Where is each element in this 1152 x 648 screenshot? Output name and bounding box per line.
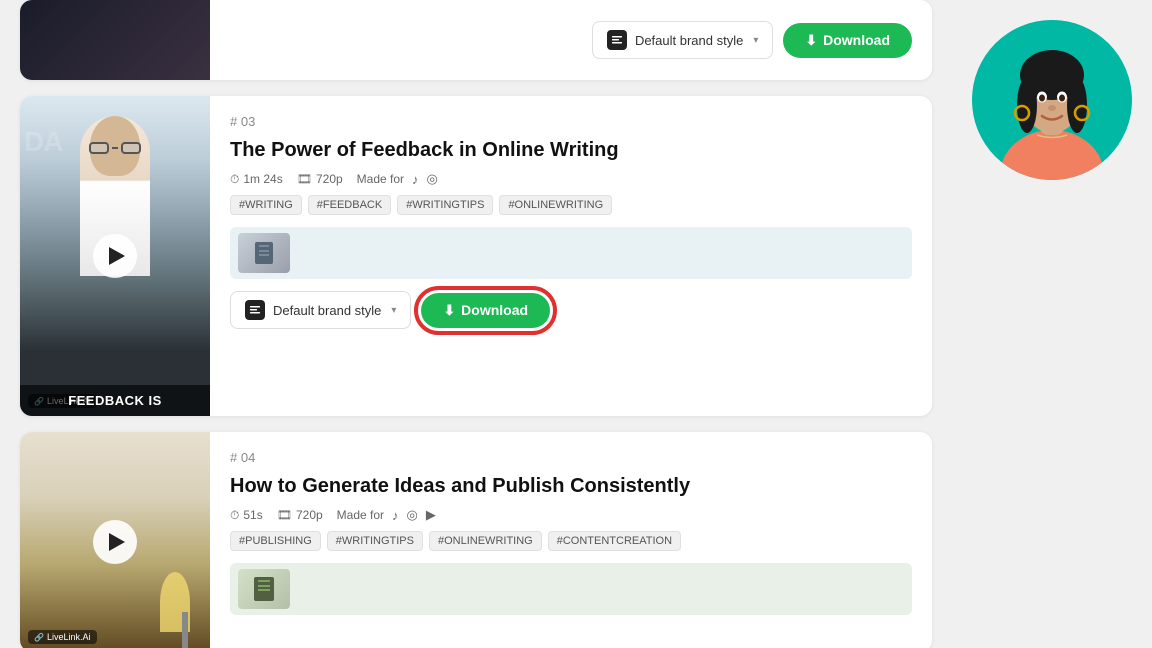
- resolution-label-04: 720p: [296, 508, 323, 522]
- avatar-svg: [972, 20, 1132, 180]
- tag-onlinewriting: #ONLINEWRITING: [499, 195, 612, 215]
- download-icon-top: ⬇: [805, 32, 817, 49]
- card-meta-03: ⏱ 1m 24s 🎞 720p Made for ♪ ◎: [230, 171, 912, 187]
- profile-area: [952, 0, 1152, 648]
- video-card-03: DA 🔗 LiveLink.Ai FEEDBACK IS # 03 The Po…: [20, 96, 932, 416]
- chevron-icon-top: ▾: [753, 35, 758, 46]
- resolution-icon-03: 🎞: [297, 172, 312, 186]
- preview-thumb-inner-04: [238, 569, 290, 609]
- download-label-03: Download: [461, 302, 528, 318]
- duration-item-04: ⏱ 51s: [230, 508, 263, 523]
- livelink-label-04: LiveLink.Ai: [47, 632, 91, 642]
- made-for-label-04: Made for: [337, 508, 384, 522]
- download-row-03: Default brand style ▾ ⬇ Download: [230, 291, 912, 329]
- brand-style-button-top[interactable]: Default brand style ▾: [592, 21, 773, 59]
- download-button-top[interactable]: ⬇ Download: [783, 23, 912, 58]
- tag-writingtips: #WRITINGTIPS: [397, 195, 493, 215]
- download-label-top: Download: [823, 32, 890, 48]
- page-container: Default brand style ▾ ⬇ Download: [0, 0, 1152, 648]
- tag-writingtips2: #WRITINGTIPS: [327, 531, 423, 551]
- youtube-icon-04: ▶: [426, 507, 436, 523]
- resolution-item-03: 🎞 720p: [297, 172, 343, 186]
- tags-row-03: #WRITING #FEEDBACK #WRITINGTIPS #ONLINEW…: [230, 195, 912, 215]
- card-info-03: # 03 The Power of Feedback in Online Wri…: [210, 96, 932, 416]
- feedback-overlay: FEEDBACK IS: [20, 385, 210, 416]
- partial-thumbnail: [20, 0, 210, 80]
- card-number-03: # 03: [230, 114, 912, 129]
- tag-contentcreation: #CONTENTCREATION: [548, 531, 681, 551]
- card-number-04: # 04: [230, 450, 912, 465]
- made-for-item-03: Made for ♪ ◎: [357, 171, 438, 187]
- download-button-03[interactable]: ⬇ Download: [421, 293, 550, 328]
- play-icon-04: [109, 533, 125, 551]
- chevron-icon-03: ▾: [391, 305, 396, 316]
- thumbnail-04: 🔗 LiveLink.Ai: [20, 432, 210, 648]
- card-title-03: The Power of Feedback in Online Writing: [230, 137, 912, 163]
- resolution-icon-04: 🎞: [277, 508, 292, 522]
- card-title-04: How to Generate Ideas and Publish Consis…: [230, 473, 912, 499]
- play-button-03[interactable]: [93, 234, 137, 278]
- duration-label-04: 51s: [243, 508, 262, 522]
- download-icon-03: ⬇: [443, 302, 455, 319]
- brand-icon: [607, 30, 627, 50]
- brand-icon-03: [245, 300, 265, 320]
- thumbnail-03: DA 🔗 LiveLink.Ai FEEDBACK IS: [20, 96, 210, 416]
- main-content: Default brand style ▾ ⬇ Download: [0, 0, 952, 648]
- made-for-label-03: Made for: [357, 172, 404, 186]
- preview-thumbnail-04: [238, 569, 290, 609]
- clock-icon-03: ⏱: [230, 172, 239, 187]
- video-card-04: 🔗 LiveLink.Ai # 04 How to Generate Ideas…: [20, 432, 932, 648]
- preview-row-03: [230, 227, 912, 279]
- livelink-badge-04: 🔗 LiveLink.Ai: [28, 630, 97, 644]
- tag-onlinewriting2: #ONLINEWRITING: [429, 531, 542, 551]
- video-card-partial: Default brand style ▾ ⬇ Download: [20, 0, 932, 80]
- resolution-item-04: 🎞 720p: [277, 508, 323, 522]
- tag-writing: #WRITING: [230, 195, 302, 215]
- play-icon-03: [109, 247, 125, 265]
- made-for-item-04: Made for ♪ ◎ ▶: [337, 507, 436, 523]
- download-highlight-ring: ⬇ Download: [421, 293, 550, 328]
- preview-row-04: [230, 563, 912, 615]
- tiktok-icon-03: ♪: [412, 172, 419, 187]
- instagram-icon-04: ◎: [407, 507, 418, 523]
- avatar-circle: [972, 20, 1132, 180]
- brand-style-button-03[interactable]: Default brand style ▾: [230, 291, 411, 329]
- instagram-icon-03: ◎: [427, 171, 438, 187]
- play-button-04[interactable]: [93, 520, 137, 564]
- card-meta-04: ⏱ 51s 🎞 720p Made for ♪ ◎ ▶: [230, 507, 912, 523]
- brand-style-label-03: Default brand style: [273, 303, 381, 318]
- tags-row-04: #PUBLISHING #WRITINGTIPS #ONLINEWRITING …: [230, 531, 912, 551]
- preview-thumb-inner-03: [238, 233, 290, 273]
- preview-thumbnail-03: [238, 233, 290, 273]
- resolution-label-03: 720p: [316, 172, 343, 186]
- duration-item-03: ⏱ 1m 24s: [230, 172, 283, 187]
- tag-feedback: #FEEDBACK: [308, 195, 391, 215]
- partial-card-info: Default brand style ▾ ⬇ Download: [210, 0, 932, 80]
- duration-label-03: 1m 24s: [243, 172, 282, 186]
- card-info-04: # 04 How to Generate Ideas and Publish C…: [210, 432, 932, 648]
- tiktok-icon-04: ♪: [392, 508, 399, 523]
- brand-style-label-top: Default brand style: [635, 33, 743, 48]
- tag-publishing: #PUBLISHING: [230, 531, 321, 551]
- clock-icon-04: ⏱: [230, 508, 239, 523]
